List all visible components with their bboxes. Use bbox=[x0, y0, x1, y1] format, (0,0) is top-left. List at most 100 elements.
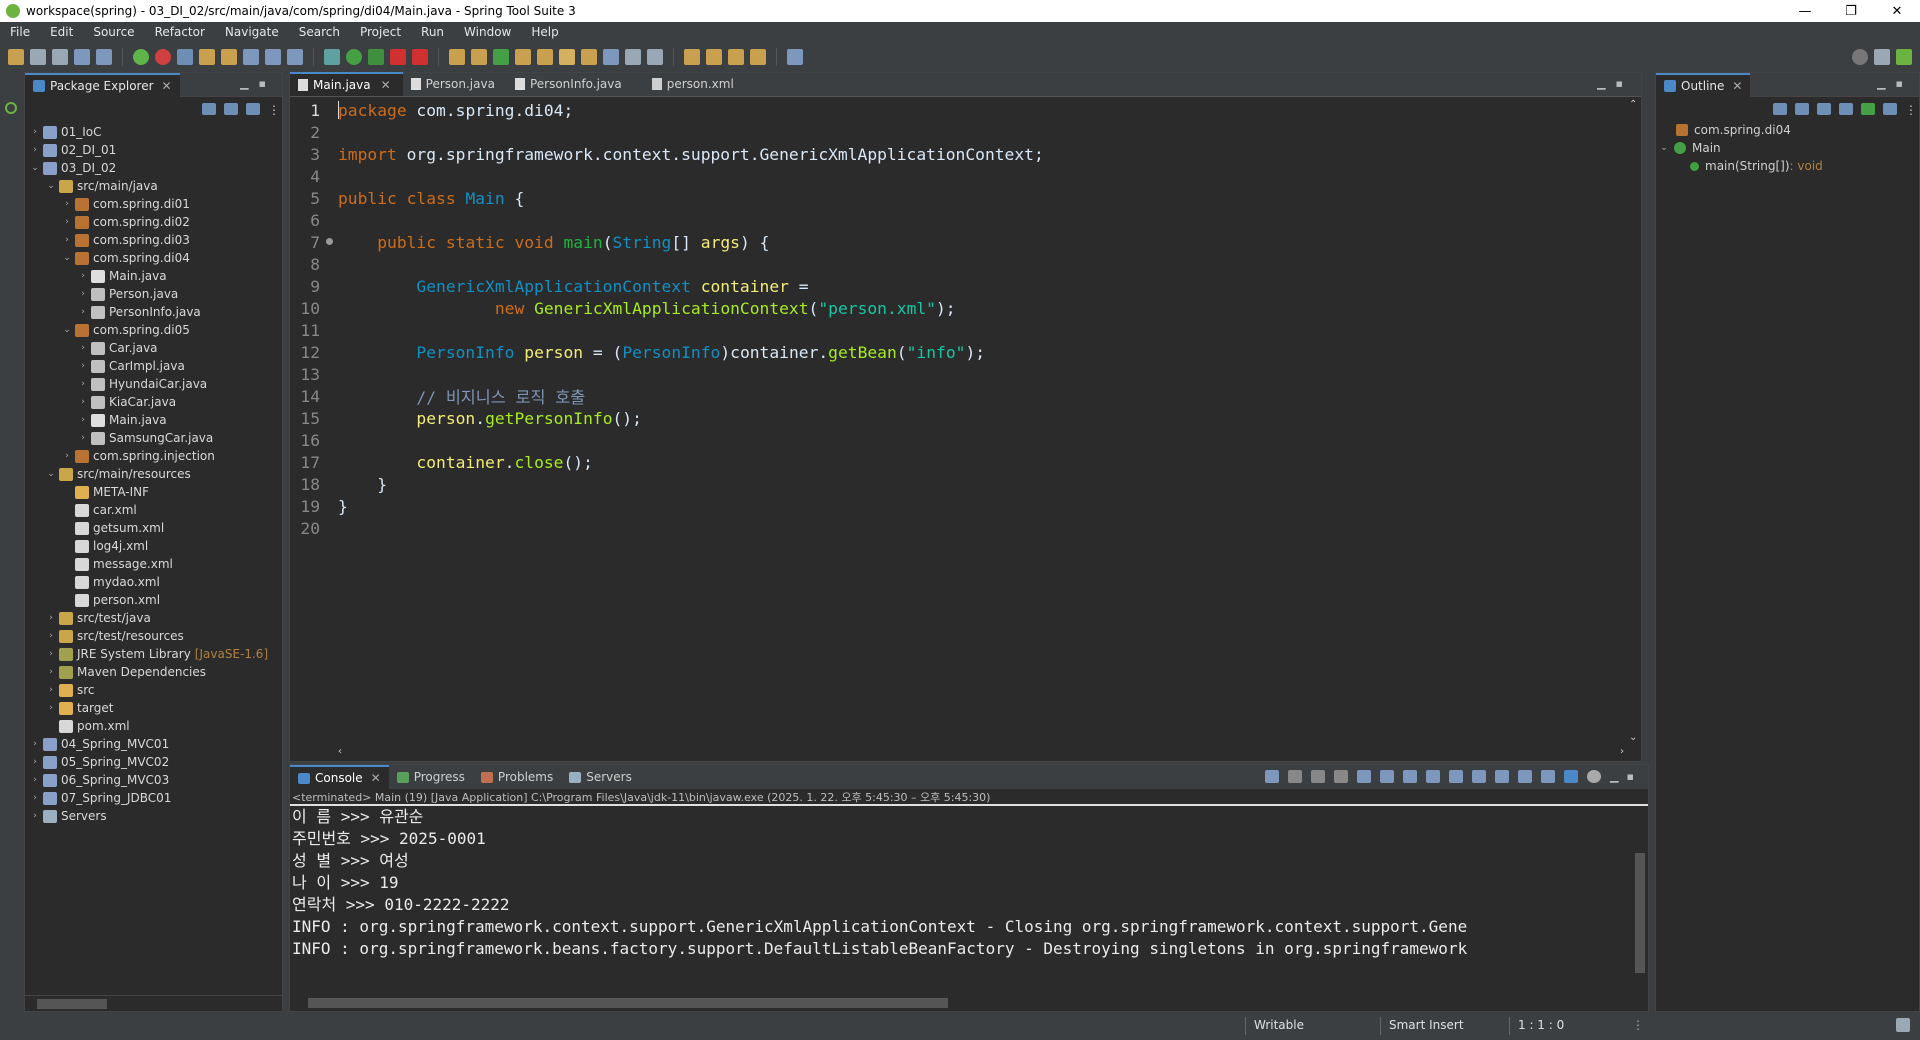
outline-package[interactable]: com.spring.di04 bbox=[1656, 121, 1919, 139]
code-line[interactable]: 12 PersonInfo person = (PersonInfo)conta… bbox=[290, 341, 1625, 363]
chevron-down-icon[interactable]: ⌄ bbox=[61, 325, 73, 335]
scroll-up-icon[interactable]: ⌃ bbox=[1629, 99, 1637, 110]
tree-item[interactable]: › Person.java bbox=[25, 285, 282, 303]
tree-item[interactable]: car.xml bbox=[25, 501, 282, 519]
open-perspective-icon[interactable] bbox=[1874, 49, 1890, 65]
menu-project[interactable]: Project bbox=[350, 25, 411, 39]
tab-main-java[interactable]: Main.java ✕ bbox=[290, 72, 403, 96]
chevron-right-icon[interactable]: › bbox=[61, 451, 73, 461]
chevron-right-icon[interactable]: › bbox=[29, 145, 41, 155]
back-icon[interactable] bbox=[684, 49, 700, 65]
show-on-stderr-icon[interactable] bbox=[1449, 770, 1463, 783]
spring-dashboard-icon[interactable] bbox=[5, 102, 17, 114]
code-line[interactable]: 5 public class Main { bbox=[290, 187, 1625, 209]
editor-minmax-controls[interactable]: ▁▪ bbox=[1597, 77, 1633, 90]
chevron-right-icon[interactable]: › bbox=[45, 685, 57, 695]
code-line[interactable]: 18 } bbox=[290, 473, 1625, 495]
chevron-right-icon[interactable]: › bbox=[45, 703, 57, 713]
tree-item[interactable]: › KiaCar.java bbox=[25, 393, 282, 411]
tree-item[interactable]: › com.spring.injection bbox=[25, 447, 282, 465]
code-line[interactable]: 16 bbox=[290, 429, 1625, 451]
code-line[interactable]: 4 bbox=[290, 165, 1625, 187]
tree-item[interactable]: › target bbox=[25, 699, 282, 717]
chevron-right-icon[interactable]: › bbox=[29, 739, 41, 749]
code-line[interactable]: 10 new GenericXmlApplicationContext("per… bbox=[290, 297, 1625, 319]
pen-icon[interactable] bbox=[199, 49, 215, 65]
hide-fields-icon[interactable] bbox=[1795, 103, 1809, 115]
save-icon[interactable] bbox=[30, 49, 46, 65]
debug-icon[interactable] bbox=[324, 49, 340, 65]
code-line[interactable]: 2 bbox=[290, 121, 1625, 143]
open-folder-icon[interactable] bbox=[515, 49, 531, 65]
tree-item[interactable]: pom.xml bbox=[25, 717, 282, 735]
tree-item[interactable]: › 07_Spring_JDBC01 bbox=[25, 789, 282, 807]
tree-item[interactable]: › 02_DI_01 bbox=[25, 141, 282, 159]
chevron-right-icon[interactable]: › bbox=[29, 775, 41, 785]
tree-item[interactable]: › src/test/resources bbox=[25, 627, 282, 645]
scroll-right-icon[interactable]: › bbox=[1620, 746, 1624, 757]
code-line[interactable]: 8 bbox=[290, 253, 1625, 275]
menu-search[interactable]: Search bbox=[289, 25, 350, 39]
tree-item[interactable]: › src/test/java bbox=[25, 609, 282, 627]
chevron-right-icon[interactable]: › bbox=[77, 397, 89, 407]
tab-person-xml[interactable]: person.xml bbox=[634, 72, 746, 96]
code-line[interactable]: 17 container.close(); bbox=[290, 451, 1625, 473]
scrollbar-thumb[interactable] bbox=[308, 998, 948, 1008]
scrollbar-thumb[interactable] bbox=[37, 999, 107, 1009]
code-line[interactable]: 13 bbox=[290, 363, 1625, 385]
tree-item[interactable]: › CarImpl.java bbox=[25, 357, 282, 375]
new-class-icon[interactable] bbox=[493, 49, 509, 65]
tree-item[interactable]: › Main.java bbox=[25, 411, 282, 429]
outline-class[interactable]: ⌄ Main bbox=[1656, 139, 1919, 157]
scroll-down-icon[interactable]: ⌄ bbox=[1629, 732, 1637, 743]
tab-progress[interactable]: Progress bbox=[389, 765, 473, 789]
open-file-icon[interactable] bbox=[537, 49, 553, 65]
tree-item[interactable]: getsum.xml bbox=[25, 519, 282, 537]
chevron-right-icon[interactable]: › bbox=[77, 361, 89, 371]
view-minmax-controls[interactable]: ▁▪ bbox=[1877, 77, 1913, 90]
tab-servers[interactable]: Servers bbox=[561, 765, 640, 789]
close-icon[interactable]: ✕ bbox=[1732, 79, 1742, 93]
chevron-down-icon[interactable]: ⌄ bbox=[45, 469, 57, 479]
status-menu-icon[interactable]: ⋮ bbox=[1632, 1018, 1644, 1032]
view-minmax-controls[interactable]: ▁▪ bbox=[240, 77, 276, 90]
link-icon[interactable] bbox=[1883, 103, 1897, 115]
remove-all-icon[interactable] bbox=[1334, 770, 1348, 783]
tree-item[interactable]: log4j.xml bbox=[25, 537, 282, 555]
code-line[interactable]: 3 import org.springframework.context.supp… bbox=[290, 143, 1625, 165]
open-console-icon[interactable] bbox=[1518, 770, 1532, 783]
search-icon[interactable] bbox=[1852, 49, 1868, 65]
tree-item[interactable]: message.xml bbox=[25, 555, 282, 573]
chevron-right-icon[interactable]: › bbox=[61, 217, 73, 227]
scrollbar-thumb[interactable] bbox=[1635, 853, 1645, 973]
new-icon[interactable] bbox=[8, 49, 24, 65]
code-line[interactable]: 6 bbox=[290, 209, 1625, 231]
show-on-stdout-icon[interactable] bbox=[1426, 770, 1440, 783]
link-icon[interactable] bbox=[287, 49, 303, 65]
chevron-right-icon[interactable]: › bbox=[77, 433, 89, 443]
stop-icon[interactable] bbox=[390, 49, 406, 65]
tree-item[interactable]: META-INF bbox=[25, 483, 282, 501]
hide-static-icon[interactable] bbox=[1817, 103, 1831, 115]
tree-item[interactable]: › PersonInfo.java bbox=[25, 303, 282, 321]
brush-icon[interactable] bbox=[559, 49, 575, 65]
sort-icon[interactable] bbox=[1773, 103, 1787, 115]
spring-stop-icon[interactable] bbox=[155, 49, 171, 65]
menu-run[interactable]: Run bbox=[411, 25, 454, 39]
console-horizontal-scrollbar[interactable] bbox=[290, 995, 1635, 1011]
hide-local-types-icon[interactable] bbox=[1861, 103, 1875, 115]
editor-vertical-scrollbar[interactable]: ⌃ ⌄ bbox=[1625, 97, 1641, 745]
save-all-icon[interactable] bbox=[52, 49, 68, 65]
menu-help[interactable]: Help bbox=[521, 25, 568, 39]
chevron-right-icon[interactable]: › bbox=[29, 793, 41, 803]
spring-boot-icon[interactable] bbox=[133, 49, 149, 65]
close-icon[interactable]: ✕ bbox=[371, 771, 381, 785]
code-line[interactable]: 7 public static void main(String[] args)… bbox=[290, 231, 1625, 253]
horizontal-scrollbar[interactable] bbox=[25, 995, 282, 1011]
chevron-right-icon[interactable]: › bbox=[45, 613, 57, 623]
code-line[interactable]: 14 // 비지니스 로직 호출 bbox=[290, 385, 1625, 408]
menu-refactor[interactable]: Refactor bbox=[145, 25, 215, 39]
tree-item[interactable]: › Maven Dependencies bbox=[25, 663, 282, 681]
console-vertical-scrollbar[interactable] bbox=[1632, 808, 1648, 996]
tree-item[interactable]: mydao.xml bbox=[25, 573, 282, 591]
